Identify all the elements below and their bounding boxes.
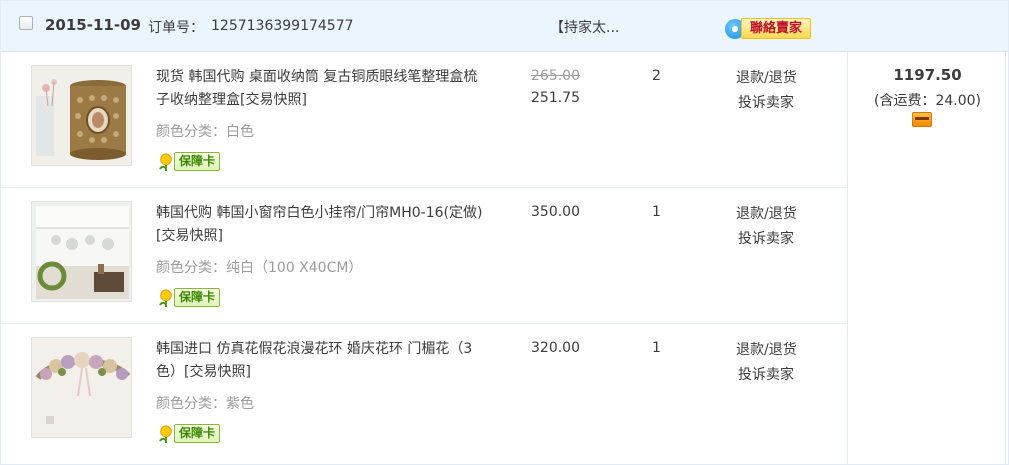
product-title-link[interactable]: 现货 韩国代购 桌面收纳筒 复古铜质眼线笔整理盒梳子收纳整理盒[交易快照]	[156, 66, 491, 112]
order-number-label: 订单号：	[148, 20, 204, 36]
guarantee-badge[interactable]: 保障卡	[156, 287, 220, 308]
complain-seller-link[interactable]: 投诉卖家	[738, 364, 794, 384]
quantity: 1	[652, 340, 661, 356]
original-price: 265.00	[531, 68, 580, 84]
product-sku: 颜色分类：纯白（100 X40CM）	[156, 260, 363, 276]
contact-seller-button[interactable]: 聯絡賣家	[741, 18, 811, 39]
refund-return-link[interactable]: 退款/退货	[736, 339, 797, 359]
guarantee-badge-label: 保障卡	[174, 152, 220, 171]
unit-price: 350.00	[531, 204, 580, 220]
guarantee-badge[interactable]: 保障卡	[156, 151, 220, 172]
unit-price: 251.75	[531, 90, 580, 106]
order-number: 1257136399174577	[211, 18, 354, 34]
guarantee-badge-label: 保障卡	[174, 288, 220, 307]
product-image[interactable]	[31, 201, 132, 302]
complain-seller-link[interactable]: 投诉卖家	[738, 228, 794, 248]
order-item-row: 韩国进口 仿真花假花浪漫花环 婚庆花环 门楣花（3色）[交易快照] 颜色分类：紫…	[1, 324, 847, 460]
guarantee-badge[interactable]: 保障卡	[156, 423, 220, 444]
refund-return-link[interactable]: 退款/退货	[736, 203, 797, 223]
unit-price: 320.00	[531, 340, 580, 356]
tulip-icon	[159, 153, 172, 171]
quantity: 2	[652, 68, 661, 84]
order-item-row: 现货 韩国代购 桌面收纳筒 复古铜质眼线笔整理盒梳子收纳整理盒[交易快照] 颜色…	[1, 52, 847, 188]
product-image[interactable]	[31, 337, 132, 438]
product-sku: 颜色分类：紫色	[156, 396, 254, 412]
order-date: 2015-11-09	[45, 16, 141, 34]
tulip-icon	[159, 289, 172, 307]
shipping-fee: (含运费：24.00)	[873, 93, 981, 109]
refund-return-link[interactable]: 退款/退货	[736, 67, 797, 87]
product-sku: 颜色分类：白色	[156, 124, 254, 140]
shop-name-link[interactable]: 【持家太...	[550, 17, 619, 37]
product-title-link[interactable]: 韩国代购 韩国小窗帘白色小挂帘/门帘MH0-16(定做)[交易快照]	[156, 202, 491, 248]
order-item-row: 韩国代购 韩国小窗帘白色小挂帘/门帘MH0-16(定做)[交易快照] 颜色分类：…	[1, 188, 847, 324]
order-checkbox[interactable]	[19, 16, 33, 30]
payment-card-icon[interactable]	[912, 112, 932, 127]
order-card: 2015-11-09 订单号： 1257136399174577 【持家太...…	[0, 0, 1009, 465]
product-title-link[interactable]: 韩国进口 仿真花假花浪漫花环 婚庆花环 门楣花（3色）[交易快照]	[156, 338, 491, 384]
guarantee-badge-label: 保障卡	[174, 424, 220, 443]
product-image[interactable]	[31, 65, 132, 166]
quantity: 1	[652, 204, 661, 220]
tulip-icon	[159, 425, 172, 443]
order-total: 1197.50	[893, 66, 962, 84]
complain-seller-link[interactable]: 投诉卖家	[738, 92, 794, 112]
order-header: 2015-11-09 订单号： 1257136399174577 【持家太...…	[1, 1, 1008, 52]
order-total-column: 1197.50 (含运费：24.00)	[847, 52, 1006, 464]
